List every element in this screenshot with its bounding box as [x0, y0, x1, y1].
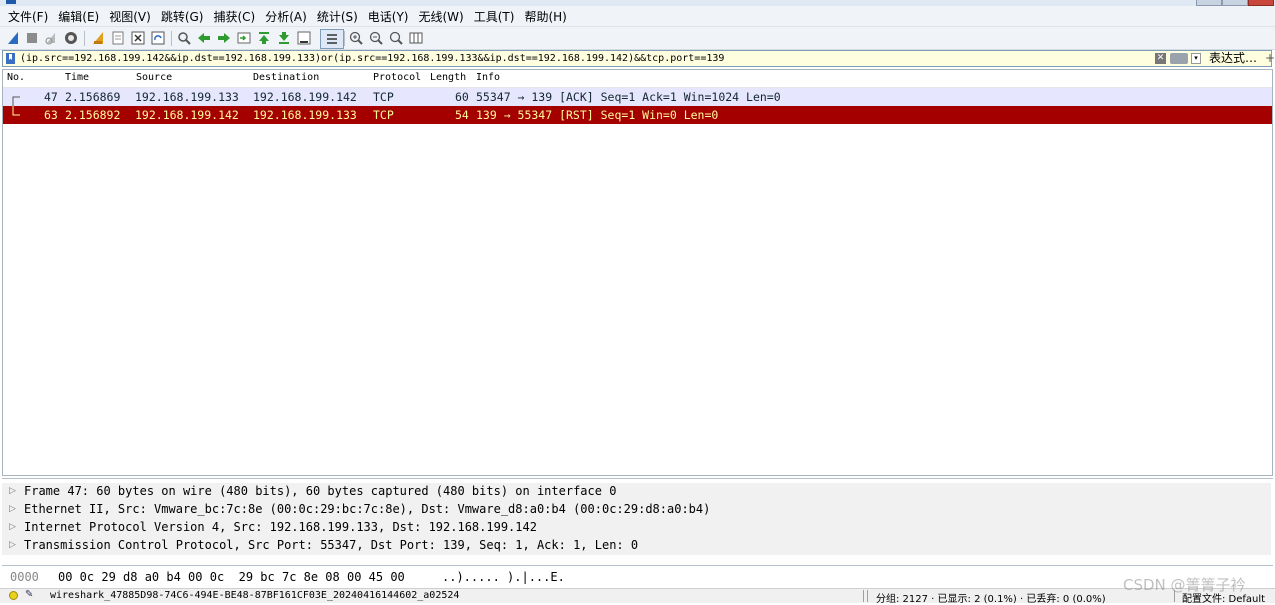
- apply-filter-icon[interactable]: [1170, 53, 1188, 64]
- menu-edit[interactable]: 编辑(E): [54, 8, 103, 25]
- first-packet-icon[interactable]: [256, 30, 272, 46]
- open-icon[interactable]: [90, 30, 106, 46]
- cell-no: 63: [44, 108, 58, 122]
- menu-view[interactable]: 视图(V): [105, 8, 155, 25]
- shark-fin-start-icon[interactable]: [5, 30, 21, 46]
- file-icon[interactable]: [110, 30, 126, 46]
- close-file-icon[interactable]: [130, 30, 146, 46]
- autoscroll-icon[interactable]: [296, 30, 312, 46]
- forward-icon[interactable]: [216, 30, 232, 46]
- column-header-protocol[interactable]: Protocol: [373, 72, 421, 83]
- cell-destination: 192.168.199.133: [253, 108, 357, 122]
- bytes-offset: 0000: [10, 570, 39, 584]
- find-icon[interactable]: [176, 30, 192, 46]
- display-filter-bar: ✕ ▾ 表达式… +: [2, 50, 1275, 67]
- expand-arrow-icon[interactable]: ▷: [9, 522, 16, 532]
- normal-size-icon[interactable]: [388, 30, 404, 46]
- cell-no: 47: [44, 90, 58, 104]
- details-row-frame[interactable]: ▷ Frame 47: 60 bytes on wire (480 bits),…: [2, 483, 1271, 501]
- menu-bar: 文件(F) 编辑(E) 视图(V) 跳转(G) 捕获(C) 分析(A) 统计(S…: [0, 6, 1275, 27]
- column-header-no[interactable]: No.: [7, 72, 25, 83]
- zoom-in-icon[interactable]: [348, 30, 364, 46]
- table-row[interactable]: 63 2.156892 192.168.199.142 192.168.199.…: [3, 106, 1272, 124]
- stop-icon[interactable]: [24, 30, 40, 46]
- main-toolbar: [0, 27, 1275, 50]
- menu-wireless[interactable]: 无线(W): [415, 8, 468, 25]
- details-row-ipv4[interactable]: ▷ Internet Protocol Version 4, Src: 192.…: [2, 519, 1271, 537]
- resize-columns-icon[interactable]: [408, 30, 424, 46]
- menu-telephony[interactable]: 电话(Y): [364, 8, 413, 25]
- menu-tools[interactable]: 工具(T): [470, 8, 519, 25]
- zoom-out-icon[interactable]: [368, 30, 384, 46]
- menu-analyze[interactable]: 分析(A): [261, 8, 311, 25]
- display-filter-input[interactable]: [20, 51, 1150, 66]
- column-header-info[interactable]: Info: [476, 72, 500, 83]
- back-icon[interactable]: [196, 30, 212, 46]
- last-packet-icon[interactable]: [276, 30, 292, 46]
- cell-length: 54: [455, 108, 469, 122]
- column-header-length[interactable]: Length: [430, 72, 466, 83]
- menu-file[interactable]: 文件(F): [4, 8, 52, 25]
- packet-list-header: No. Time Source Destination Protocol Len…: [3, 70, 1272, 88]
- capture-options-icon[interactable]: [63, 30, 79, 46]
- clear-filter-icon[interactable]: ✕: [1155, 53, 1166, 64]
- cell-time: 2.156869: [65, 90, 121, 104]
- bookmark-icon[interactable]: [5, 53, 16, 64]
- cell-info: 139 → 55347 [RST] Seq=1 Win=0 Len=0: [476, 108, 719, 122]
- packet-details[interactable]: ▷ Frame 47: 60 bytes on wire (480 bits),…: [2, 478, 1273, 558]
- cell-info: 55347 → 139 [ACK] Seq=1 Ack=1 Win=1024 L…: [476, 90, 781, 104]
- column-header-source[interactable]: Source: [136, 72, 172, 83]
- chevron-down-icon[interactable]: ▾: [1191, 53, 1201, 64]
- expand-arrow-icon[interactable]: ▷: [9, 504, 16, 514]
- related-packet-icon: [12, 96, 20, 106]
- watermark: CSDN @箐箐子衿: [1123, 576, 1246, 594]
- cell-source: 192.168.199.133: [135, 90, 239, 104]
- restart-icon[interactable]: [43, 30, 59, 46]
- menu-capture[interactable]: 捕获(C): [209, 8, 259, 25]
- capture-file-name: wireshark_47885D98-74C6-494E-BE48-87BF16…: [50, 590, 460, 601]
- bytes-hex[interactable]: 00 0c 29 d8 a0 b4 00 0c 29 bc 7c 8e 08 0…: [58, 570, 405, 584]
- cell-protocol: TCP: [373, 108, 394, 122]
- wireshark-logo-icon: [6, 0, 16, 4]
- bytes-ascii[interactable]: ..)..... ).|...E.: [442, 570, 565, 584]
- details-row-ethernet[interactable]: ▷ Ethernet II, Src: Vmware_bc:7c:8e (00:…: [2, 501, 1271, 519]
- menu-statistics[interactable]: 统计(S): [313, 8, 362, 25]
- cell-source: 192.168.199.142: [135, 108, 239, 122]
- colorize-icon[interactable]: [320, 29, 344, 49]
- status-bar: ✎ wireshark_47885D98-74C6-494E-BE48-87BF…: [0, 588, 1275, 605]
- goto-packet-icon[interactable]: [236, 30, 252, 46]
- add-filter-button[interactable]: +: [1265, 51, 1275, 66]
- details-row-tcp[interactable]: ▷ Transmission Control Protocol, Src Por…: [2, 537, 1271, 555]
- expert-info-icon[interactable]: [9, 591, 18, 600]
- expression-button[interactable]: 表达式…: [1209, 51, 1257, 66]
- menu-help[interactable]: 帮助(H): [520, 8, 570, 25]
- cell-destination: 192.168.199.142: [253, 90, 357, 104]
- table-row[interactable]: 47 2.156869 192.168.199.133 192.168.199.…: [3, 88, 1272, 106]
- cell-time: 2.156892: [65, 108, 121, 122]
- cell-protocol: TCP: [373, 90, 394, 104]
- related-packet-icon: [12, 106, 20, 116]
- reload-icon[interactable]: [150, 30, 166, 46]
- expand-arrow-icon[interactable]: ▷: [9, 540, 16, 550]
- packet-list[interactable]: No. Time Source Destination Protocol Len…: [2, 69, 1273, 476]
- cell-length: 60: [455, 90, 469, 104]
- packet-bytes[interactable]: 0000 00 0c 29 d8 a0 b4 00 0c 29 bc 7c 8e…: [2, 565, 1273, 587]
- column-header-time[interactable]: Time: [65, 72, 89, 83]
- expand-arrow-icon[interactable]: ▷: [9, 486, 16, 496]
- column-header-destination[interactable]: Destination: [253, 72, 319, 83]
- edit-comment-icon[interactable]: ✎: [25, 589, 33, 600]
- menu-go[interactable]: 跳转(G): [157, 8, 208, 25]
